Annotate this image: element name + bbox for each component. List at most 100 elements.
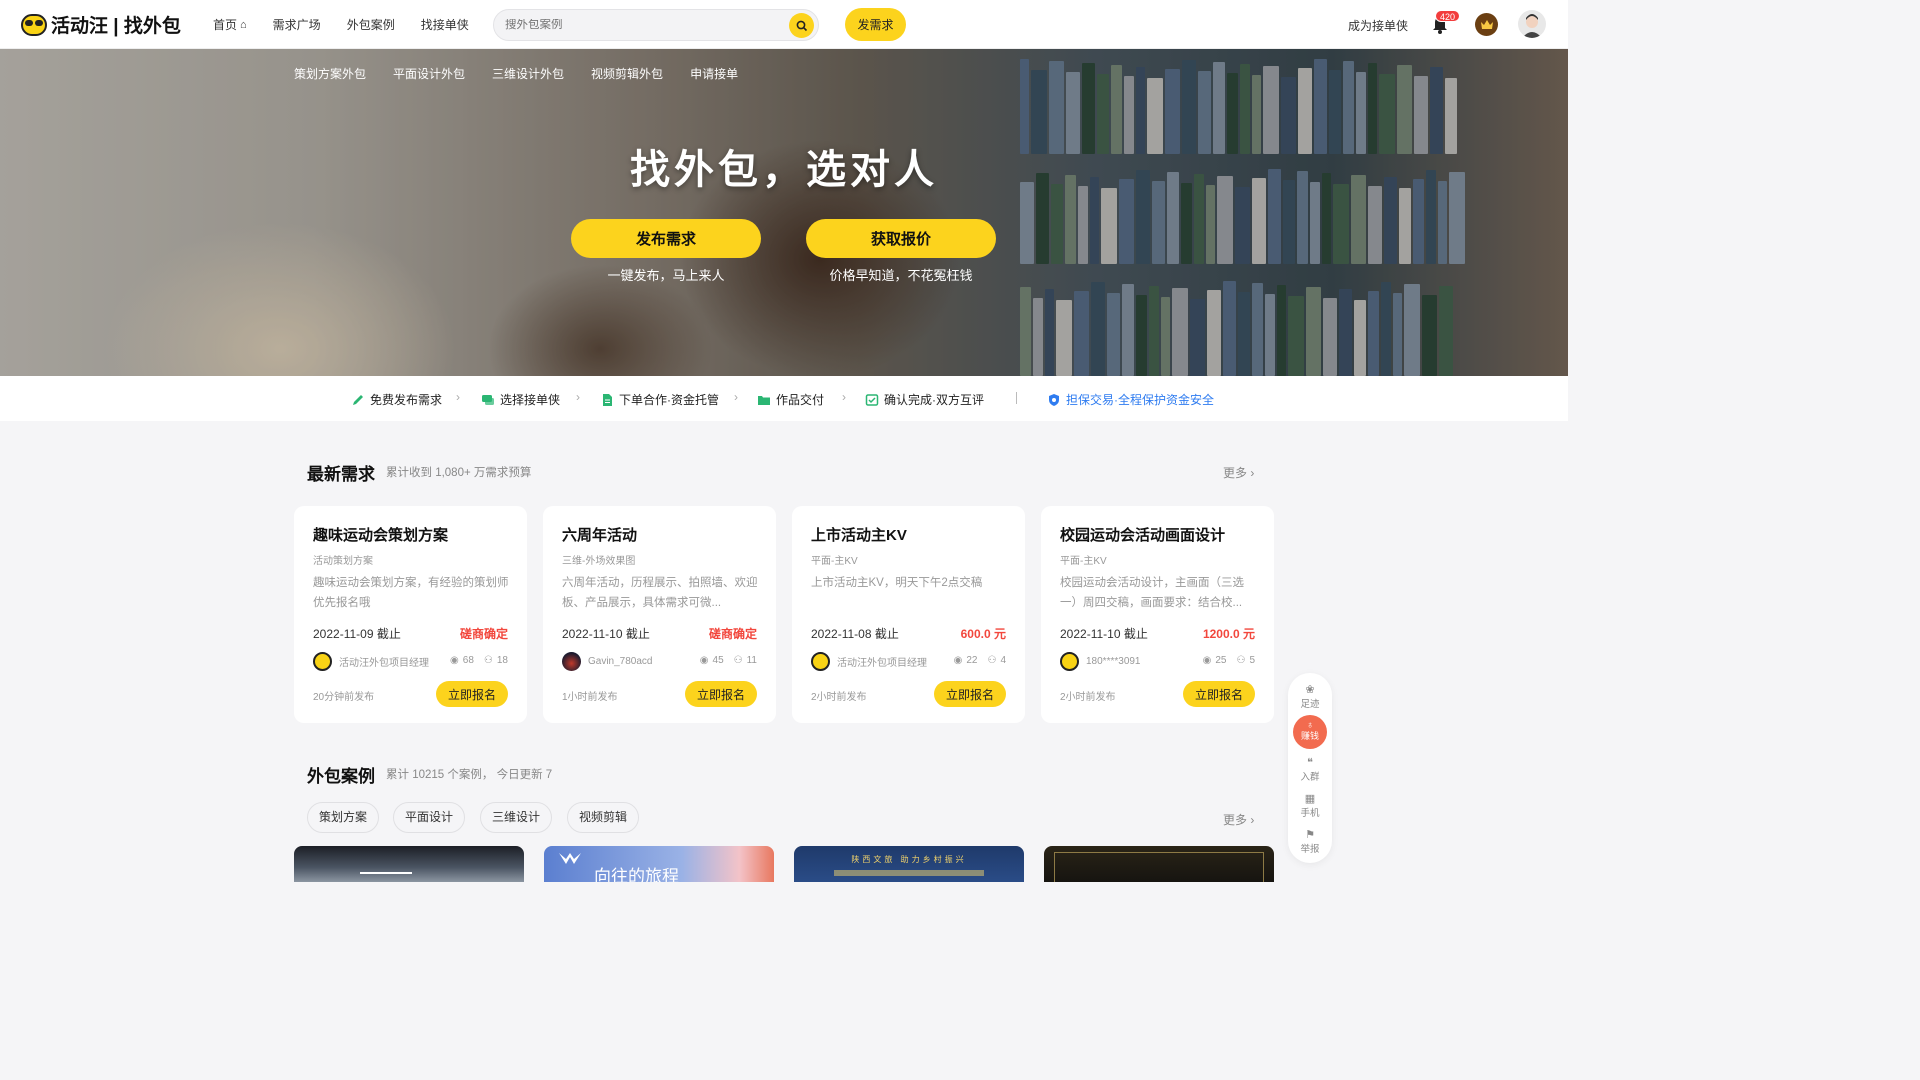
avatar-illustration <box>1522 14 1542 38</box>
category-planning[interactable]: 策划方案外包 <box>294 65 366 82</box>
card-deadline: 2022-11-09 截止 <box>313 627 401 641</box>
cases-more-link[interactable]: 更多 › <box>1223 811 1254 828</box>
chevron-right-icon: › <box>456 390 460 404</box>
card-tag: 平面-主KV <box>1060 556 1107 567</box>
nav-cases[interactable]: 外包案例 <box>347 16 395 33</box>
card-stats: ◉ 22 ⚇ 4 <box>953 655 1006 666</box>
top-header: 活动汪 | 找外包 首页⌂ 需求广场 外包案例 找接单侠 发需求 成为接单侠 4… <box>0 0 1568 49</box>
card-stats: ◉ 25 ⚇ 5 <box>1202 655 1255 666</box>
card-title[interactable]: 六周年活动 <box>562 524 637 545</box>
side-earn-button[interactable]: ♁ 赚钱 <box>1293 715 1327 749</box>
user-avatar-icon <box>562 652 581 671</box>
card-user: 180****3091 <box>1060 652 1141 671</box>
category-3d[interactable]: 三维设计外包 <box>492 65 564 82</box>
card-tag: 平面-主KV <box>811 556 858 567</box>
bird-logo-icon <box>559 853 581 864</box>
card-tag: 三维-外场效果图 <box>562 556 636 567</box>
flag-icon: ⚑ <box>1305 829 1315 841</box>
notification-badge: 420 <box>1435 10 1461 22</box>
cases-title: 外包案例 <box>307 767 375 786</box>
search-button[interactable] <box>789 13 814 38</box>
hero-categories: 策划方案外包 平面设计外包 三维设计外包 视频剪辑外包 申请接单 <box>294 65 765 82</box>
side-mobile[interactable]: ▦ 手机 <box>1288 793 1332 819</box>
card-user: 活动汪外包项目经理 <box>313 652 429 671</box>
side-float-toolbar: ❀ 足迹 ♁ 赚钱 ❝ 入群 ▦ 手机 ⚑ 举报 <box>1288 673 1332 863</box>
apply-button[interactable]: 立即报名 <box>436 681 508 707</box>
hero-publish-button[interactable]: 发布需求 <box>571 219 761 258</box>
mascot-icon <box>19 11 49 37</box>
card-desc: 上市活动主KV，明天下午2点交稿 <box>811 577 983 589</box>
post-demand-button[interactable]: 发需求 <box>845 8 906 41</box>
card-stats: ◉ 68 ⚇ 18 <box>450 655 508 666</box>
side-report[interactable]: ⚑ 举报 <box>1288 829 1332 855</box>
user-avatar-icon <box>1060 652 1079 671</box>
home-icon: ⌂ <box>240 18 247 31</box>
user-avatar-icon <box>313 652 332 671</box>
card-desc: 六周年活动，历程展示、拍照墙、欢迎板、产品展示，具体需求可微... <box>562 577 758 609</box>
vip-crown-avatar[interactable] <box>1475 13 1498 36</box>
side-join-group[interactable]: ❝ 入群 <box>1288 757 1332 783</box>
filter-3d[interactable]: 三维设计 <box>480 802 553 833</box>
demand-card[interactable]: 上市活动主KV 平面-主KV 上市活动主KV，明天下午2点交稿 2022-11-… <box>792 506 1025 723</box>
category-video[interactable]: 视频剪辑外包 <box>591 65 663 82</box>
user-avatar[interactable] <box>1518 10 1546 38</box>
step-deliver: 作品交付 <box>757 391 824 408</box>
become-provider-link[interactable]: 成为接单侠 <box>1348 17 1408 34</box>
card-price: 1200.0 元 <box>1202 627 1255 641</box>
logo[interactable]: 活动汪 | 找外包 <box>19 9 181 39</box>
apply-button[interactable]: 立即报名 <box>685 681 757 707</box>
people-icon: ⚇ <box>483 655 493 666</box>
category-apply[interactable]: 申请接单 <box>690 65 738 82</box>
filter-graphic[interactable]: 平面设计 <box>393 802 466 833</box>
card-title[interactable]: 校园运动会活动画面设计 <box>1060 524 1225 545</box>
demand-card[interactable]: 校园运动会活动画面设计 平面-主KV 校园运动会活动设计，主画面（三选一）周四交… <box>1041 506 1274 723</box>
latest-title: 最新需求 <box>307 465 375 484</box>
card-title[interactable]: 上市活动主KV <box>811 524 907 545</box>
filter-planning[interactable]: 策划方案 <box>307 802 380 833</box>
hero-publish-sub: 一键发布，马上来人 <box>607 268 725 283</box>
apply-button[interactable]: 立即报名 <box>1183 681 1255 707</box>
chevron-right-icon: › <box>842 390 846 404</box>
card-tag: 活动策划方案 <box>313 556 373 567</box>
card-deadline: 2022-11-08 截止 <box>811 627 899 641</box>
card-user: 活动汪外包项目经理 <box>811 652 927 671</box>
search-input[interactable] <box>494 19 774 31</box>
eye-icon: ◉ <box>450 655 459 666</box>
apply-button[interactable]: 立即报名 <box>934 681 1006 707</box>
search-box <box>493 9 819 41</box>
demand-card[interactable]: 趣味运动会策划方案 活动策划方案 趣味运动会策划方案，有经验的策划师优先报名哦 … <box>294 506 527 723</box>
shield-icon <box>1049 393 1059 406</box>
guarantee-link[interactable]: 担保交易·全程保护资金安全 <box>1047 391 1214 408</box>
card-deadline: 2022-11-10 截止 <box>1060 627 1148 641</box>
card-price: 磋商确定 <box>708 627 757 641</box>
card-user: Gavin_780acd <box>562 652 653 671</box>
card-time: 20分钟前发布 <box>313 692 375 703</box>
case-thumbnail[interactable] <box>1044 846 1274 882</box>
latest-more-link[interactable]: 更多 › <box>1223 464 1254 481</box>
step-publish: 免费发布需求 <box>351 391 442 408</box>
case-thumbnail[interactable] <box>294 846 524 882</box>
latest-subtitle: 累计收到 1,080+ 万需求预算 <box>386 467 532 479</box>
people-icon: ⚇ <box>987 655 997 666</box>
demand-card[interactable]: 六周年活动 三维-外场效果图 六周年活动，历程展示、拍照墙、欢迎板、产品展示，具… <box>543 506 776 723</box>
case-thumbnail[interactable]: 陕西文旅 助力乡村振兴 <box>794 846 1024 882</box>
step-choose: 选择接单侠 <box>481 391 560 408</box>
category-graphic[interactable]: 平面设计外包 <box>393 65 465 82</box>
wechat-icon: ❝ <box>1307 757 1313 769</box>
card-price: 600.0 元 <box>960 627 1006 641</box>
case-thumbnail[interactable]: 向往的旅程 <box>544 846 774 882</box>
nav-find-provider[interactable]: 找接单侠 <box>421 16 469 33</box>
side-footprint[interactable]: ❀ 足迹 <box>1288 684 1332 710</box>
card-time: 2小时前发布 <box>1060 692 1116 703</box>
filter-video[interactable]: 视频剪辑 <box>567 802 640 833</box>
nav-home[interactable]: 首页 ⌂ <box>213 16 247 33</box>
paw-icon: ❀ <box>1305 684 1315 696</box>
card-stats: ◉ 45 ⚇ 11 <box>699 655 757 666</box>
pencil-icon <box>353 394 363 405</box>
card-title[interactable]: 趣味运动会策划方案 <box>313 524 448 545</box>
hero-quote-button[interactable]: 获取报价 <box>806 219 996 258</box>
nav-demand-square[interactable]: 需求广场 <box>273 16 321 33</box>
card-desc: 趣味运动会策划方案，有经验的策划师优先报名哦 <box>313 577 509 609</box>
hero-quote-sub: 价格早知道，不花冤枉钱 <box>829 268 973 283</box>
card-deadline: 2022-11-10 截止 <box>562 627 650 641</box>
